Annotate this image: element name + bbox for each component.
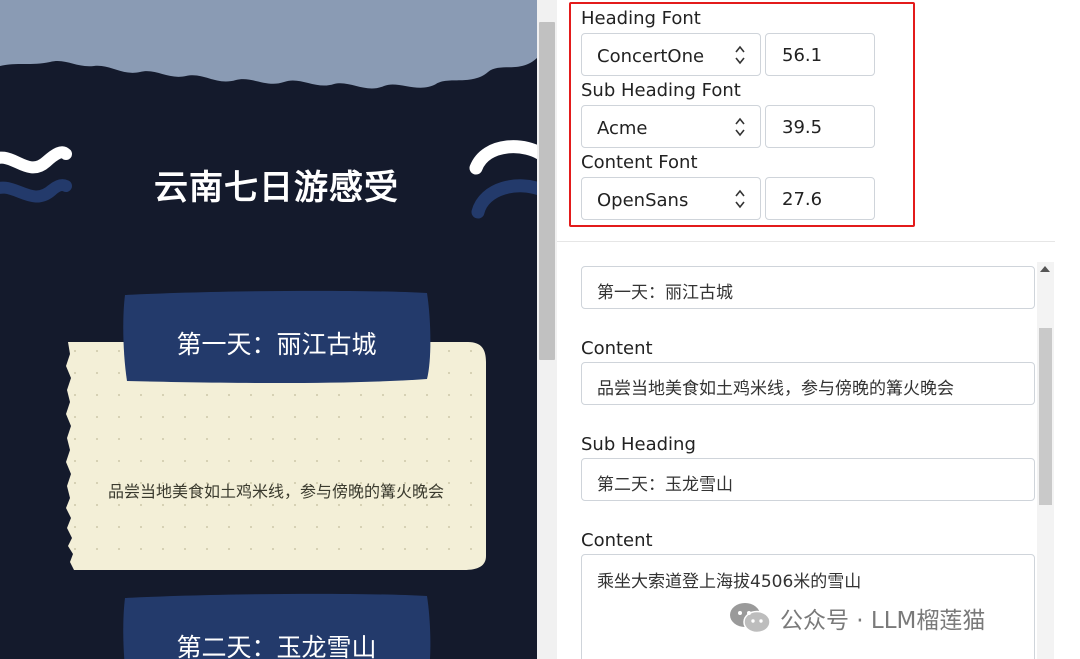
wechat-icon	[730, 603, 771, 634]
sub-heading-field-day2[interactable]: 第二天：玉龙雪山	[581, 458, 1035, 501]
card-content-text: 品尝当地美食如土鸡米线，参与傍晚的篝火晚会	[107, 482, 444, 501]
section-divider	[557, 241, 1055, 242]
sub-heading-text: 第一天：丽江古城	[176, 330, 377, 359]
preview-scrollbar[interactable]	[537, 0, 557, 659]
content-field-day1[interactable]: 品尝当地美食如土鸡米线，参与傍晚的篝火晚会	[581, 362, 1035, 405]
sub-heading-field-day1[interactable]: 第一天：丽江古城	[581, 266, 1035, 309]
sections-scrollbar-thumb[interactable]	[1039, 328, 1052, 505]
cloud-border	[0, 0, 537, 89]
poster-preview: 云南七日游感受 第一天：丽江古城 品尝当地美食如土鸡米线，参与傍晚的篝火晚会 第…	[0, 0, 537, 659]
sub-heading-label-day2: Sub Heading	[581, 434, 696, 455]
content-label-day2: Content	[581, 530, 653, 551]
sub-heading-text: 第二天：玉龙雪山	[176, 633, 377, 659]
content-label-day1: Content	[581, 338, 653, 359]
watermark: 公众号 · LLM榴莲猫	[728, 598, 985, 638]
poster-title: 云南七日游感受	[154, 168, 399, 208]
preview-scrollbar-thumb[interactable]	[539, 22, 555, 360]
scroll-up-arrow-icon[interactable]	[1040, 266, 1050, 272]
highlight-box	[569, 2, 915, 227]
watermark-text: 公众号 · LLM榴莲猫	[780, 608, 986, 634]
